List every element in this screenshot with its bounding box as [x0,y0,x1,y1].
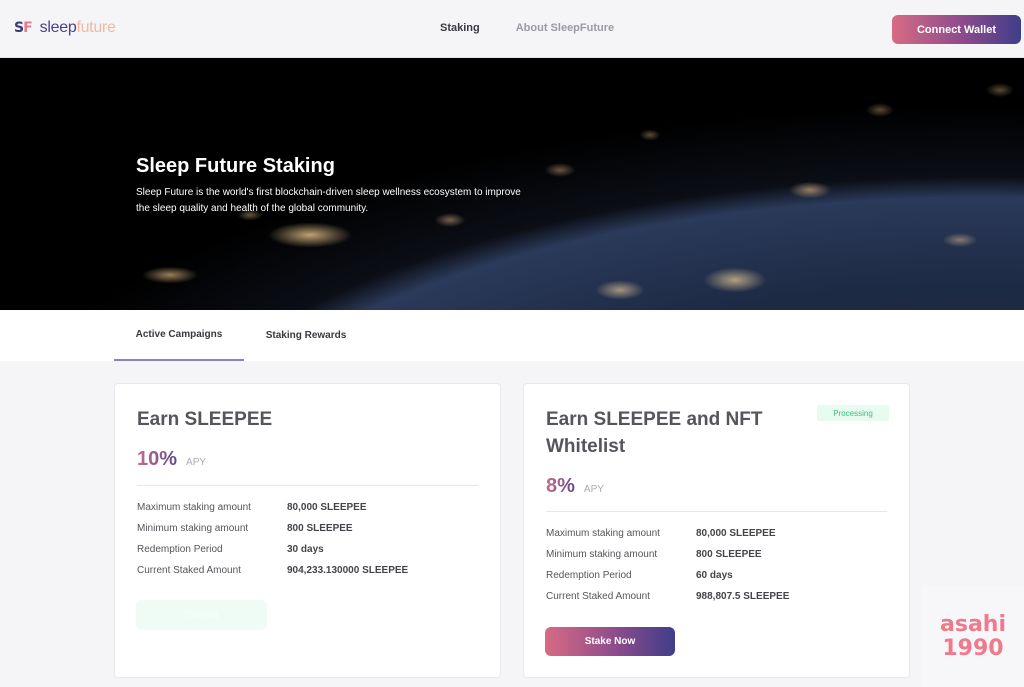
sf-logo-icon: SF [14,20,33,36]
detail-row-min-staking: Minimum staking amount 800 SLEEPEE [546,544,789,565]
campaign-tabs: Active Campaigns Staking Rewards [0,310,1024,361]
detail-value: 988,807.5 SLEEPEE [696,591,790,602]
detail-row-current-staked: Current Staked Amount 904,233.130000 SLE… [137,560,408,581]
apy-label: APY [583,484,604,495]
sleepfuture-logo[interactable]: SF sleepfuture [14,19,116,37]
divider [546,511,887,512]
hero-title: Sleep Future Staking [136,155,335,177]
campaign-details: Maximum staking amount 80,000 SLEEPEE Mi… [546,523,789,607]
apy-display: 8% APY [546,475,604,498]
watermark: asahi 1990 [922,586,1024,687]
watermark-line-1: asahi [940,611,1006,637]
hero-description: Sleep Future is the world's first blockc… [136,187,521,214]
closed-button: Closed [136,600,267,630]
detail-row-min-staking: Minimum staking amount 800 SLEEPEE [137,518,408,539]
connect-wallet-button[interactable]: Connect Wallet [892,15,1021,44]
apy-display: 10% APY [137,448,206,471]
detail-label: Current Staked Amount [137,565,241,576]
tab-active-campaigns[interactable]: Active Campaigns [114,310,244,361]
detail-label: Maximum staking amount [546,528,660,539]
campaign-card-earn-sleepee: Earn SLEEPEE 10% APY Maximum staking amo… [114,383,501,678]
apy-value: 10% [137,448,178,470]
detail-label: Minimum staking amount [546,549,658,560]
campaign-title: Earn SLEEPEE [137,409,273,430]
top-navbar: SF sleepfuture Staking About SleepFuture… [0,0,1024,58]
detail-value: 30 days [287,544,324,555]
campaign-details: Maximum staking amount 80,000 SLEEPEE Mi… [137,497,408,581]
hero-banner: Sleep Future Staking Sleep Future is the… [0,58,1024,310]
detail-value: 80,000 SLEEPEE [696,528,776,539]
detail-label: Redemption Period [137,544,223,555]
watermark-line-2: 1990 [942,635,1004,661]
apy-value: 8% [546,475,575,497]
detail-value: 800 SLEEPEE [287,523,353,534]
status-badge: Processing [817,405,889,421]
detail-label: Maximum staking amount [137,502,251,513]
detail-row-max-staking: Maximum staking amount 80,000 SLEEPEE [546,523,789,544]
divider [137,485,478,486]
detail-label: Redemption Period [546,570,632,581]
detail-row-redemption-period: Redemption Period 60 days [546,565,789,586]
detail-value: 60 days [696,570,733,581]
campaign-title: Earn SLEEPEE and NFT Whitelist [546,409,763,457]
detail-label: Minimum staking amount [137,523,249,534]
detail-label: Current Staked Amount [546,591,650,602]
stake-now-button[interactable]: Stake Now [545,627,675,656]
detail-row-redemption-period: Redemption Period 30 days [137,539,408,560]
detail-value: 80,000 SLEEPEE [287,502,367,513]
tab-staking-rewards[interactable]: Staking Rewards [244,310,368,361]
nav-link-staking[interactable]: Staking [440,22,480,34]
detail-row-current-staked: Current Staked Amount 988,807.5 SLEEPEE [546,586,789,607]
campaign-card-earn-sleepee-nft: Earn SLEEPEE and NFT Whitelist Processin… [523,383,910,678]
apy-label: APY [186,457,207,468]
detail-value: 800 SLEEPEE [696,549,762,560]
logo-wordmark: sleepfuture [39,19,116,36]
detail-row-max-staking: Maximum staking amount 80,000 SLEEPEE [137,497,408,518]
nav-link-about-sleepfuture[interactable]: About SleepFuture [516,22,614,34]
detail-value: 904,233.130000 SLEEPEE [287,565,409,576]
main-nav: Staking About SleepFuture [440,22,614,34]
